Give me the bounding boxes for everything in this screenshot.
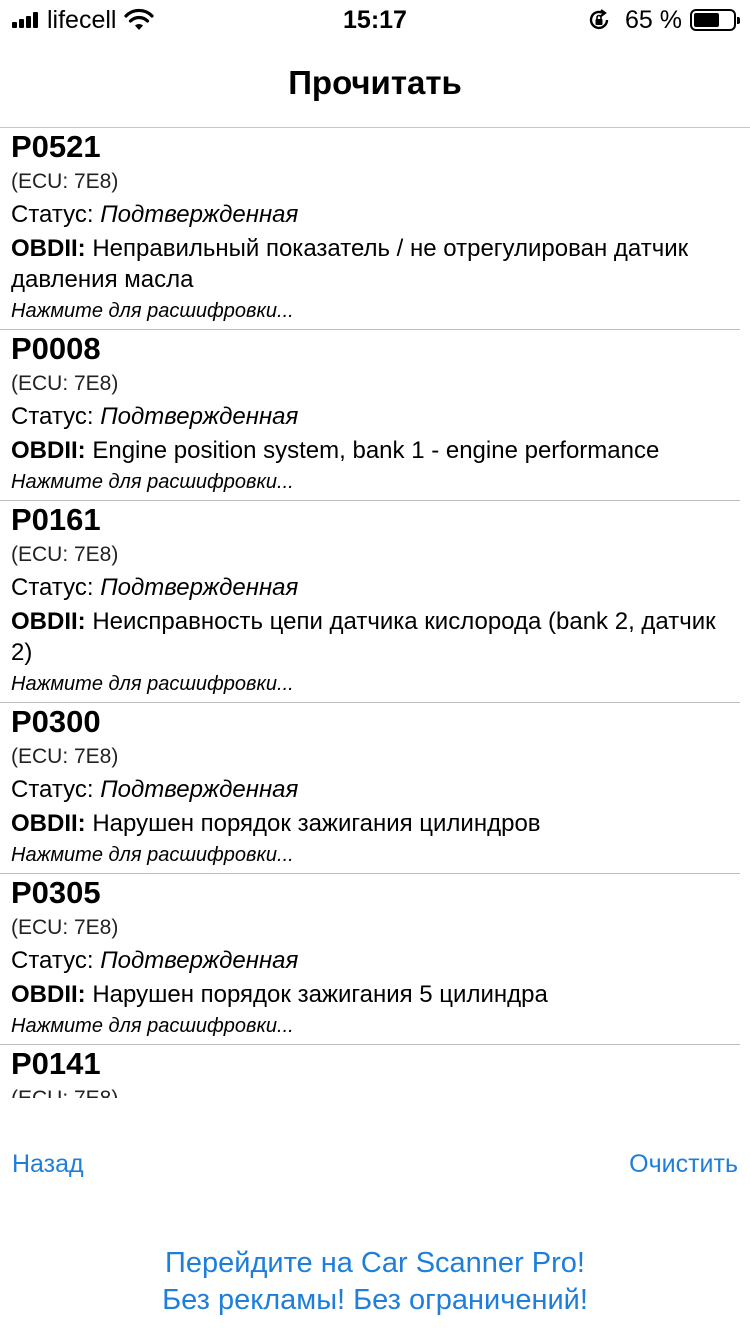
trouble-code-item[interactable]: P0008 (ECU: 7E8) Статус: Подтвержденная …: [0, 330, 740, 501]
code-status: Статус: Подтвержденная: [11, 571, 740, 605]
ecu-id: (ECU: 7E8): [11, 543, 119, 566]
code-description: OBDII: Engine position system, bank 1 - …: [11, 435, 740, 466]
status-label: Статус:: [11, 403, 94, 430]
status-value: Подтвержденная: [100, 574, 299, 601]
decode-hint: Нажмите для расшифровки...: [11, 844, 294, 866]
obd-label: OBDII:: [11, 981, 86, 1008]
trouble-code-item[interactable]: P0521 (ECU: 7E8) Статус: Подтвержденная …: [0, 128, 740, 330]
status-value: Подтвержденная: [100, 947, 299, 974]
status-label: Статус:: [11, 201, 94, 228]
trouble-code-item[interactable]: P0141 (ECU: 7E8) Статус: Подтвержденная …: [0, 1045, 740, 1098]
promo-line-2: Без рекламы! Без ограничений!: [162, 1284, 588, 1316]
clear-button[interactable]: Очистить: [629, 1150, 738, 1179]
decode-hint: Нажмите для расшифровки...: [11, 300, 294, 322]
battery-percent: 65 %: [625, 5, 682, 34]
ecu-id: (ECU: 7E8): [11, 745, 119, 768]
trouble-code: P0521: [11, 129, 101, 164]
promo-banner[interactable]: Перейдите на Car Scanner Pro! Без реклам…: [0, 1245, 750, 1319]
code-description: OBDII: Нарушен порядок зажигания цилиндр…: [11, 808, 740, 839]
status-value: Подтвержденная: [100, 201, 299, 228]
trouble-code: P0161: [11, 502, 101, 537]
code-status: Статус: Подтвержденная: [11, 944, 740, 978]
obd-label: OBDII:: [11, 437, 86, 464]
battery-icon: [690, 9, 740, 31]
ecu-id: (ECU: 7E8): [11, 916, 119, 939]
code-description: OBDII: Неправильный показатель / не отре…: [11, 233, 740, 295]
status-right: 65 %: [587, 5, 740, 34]
obd-label: OBDII:: [11, 235, 86, 262]
decode-hint: Нажмите для расшифровки...: [11, 673, 294, 695]
back-button[interactable]: Назад: [12, 1150, 84, 1179]
trouble-code: P0300: [11, 704, 101, 739]
trouble-code: P0141: [11, 1046, 101, 1081]
code-description: OBDII: Нарушен порядок зажигания 5 цилин…: [11, 979, 740, 1010]
code-status: Статус: Подтвержденная: [11, 198, 740, 232]
description-text: Нарушен порядок зажигания цилиндров: [92, 810, 541, 837]
trouble-code-item[interactable]: P0305 (ECU: 7E8) Статус: Подтвержденная …: [0, 874, 740, 1045]
description-text: Неправильный показатель / не отрегулиров…: [11, 235, 689, 293]
page-title: Прочитать: [288, 64, 462, 101]
status-value: Подтвержденная: [100, 403, 299, 430]
ecu-id: (ECU: 7E8): [11, 170, 119, 193]
status-label: Статус:: [11, 574, 94, 601]
status-label: Статус:: [11, 776, 94, 803]
trouble-code: P0305: [11, 875, 101, 910]
code-status: Статус: Подтвержденная: [11, 773, 740, 807]
trouble-code: P0008: [11, 331, 101, 366]
code-description: OBDII: Неисправность цепи датчика кислор…: [11, 606, 740, 668]
ecu-id: (ECU: 7E8): [11, 1083, 740, 1098]
obd-label: OBDII:: [11, 608, 86, 635]
description-text: Engine position system, bank 1 - engine …: [92, 437, 660, 464]
status-bar: lifecell 15:17 65 %: [0, 0, 750, 40]
ecu-id: (ECU: 7E8): [11, 372, 119, 395]
promo-line-1: Перейдите на Car Scanner Pro!: [165, 1247, 585, 1279]
status-value: Подтвержденная: [100, 776, 299, 803]
description-text: Нарушен порядок зажигания 5 цилиндра: [92, 981, 548, 1008]
rotation-lock-icon: [589, 9, 609, 30]
status-label: Статус:: [11, 947, 94, 974]
trouble-code-item[interactable]: P0161 (ECU: 7E8) Статус: Подтвержденная …: [0, 501, 740, 703]
description-text: Неисправность цепи датчика кислорода (ba…: [11, 608, 716, 666]
decode-hint: Нажмите для расшифровки...: [11, 1015, 294, 1037]
trouble-code-list[interactable]: P0521 (ECU: 7E8) Статус: Подтвержденная …: [0, 128, 750, 1098]
code-status: Статус: Подтвержденная: [11, 400, 740, 434]
battery-fill: [694, 13, 719, 27]
obd-label: OBDII:: [11, 810, 86, 837]
trouble-code-item[interactable]: P0300 (ECU: 7E8) Статус: Подтвержденная …: [0, 703, 740, 874]
decode-hint: Нажмите для расшифровки...: [11, 471, 294, 493]
